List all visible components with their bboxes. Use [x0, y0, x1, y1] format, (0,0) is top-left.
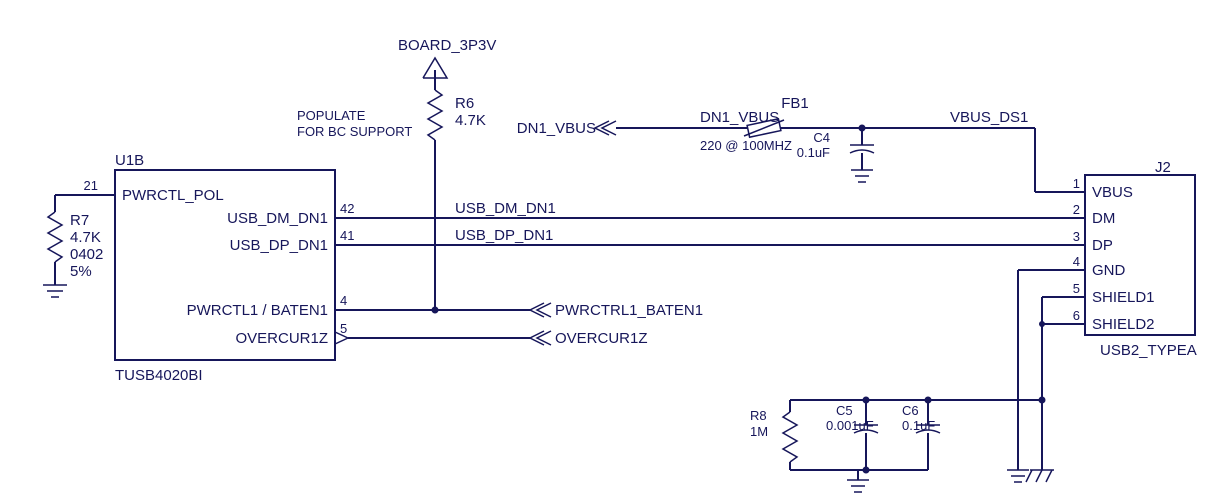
j2-pin2-name: DM — [1092, 210, 1115, 227]
note-populate-2: FOR BC SUPPORT — [297, 124, 412, 139]
j2-pin4-num: 4 — [1073, 254, 1080, 269]
u1b-pin21-name: PWRCTL_POL — [122, 187, 224, 204]
port-overcur1z: OVERCUR1Z — [370, 330, 648, 347]
net-pwrctrl1: PWRCTRL1_BATEN1 — [555, 302, 703, 319]
note-populate-1: POPULATE — [297, 108, 366, 123]
port-pwrctrl1-baten1: PWRCTRL1_BATEN1 — [370, 302, 703, 319]
r8-value: 1M — [750, 424, 768, 439]
r6-ref: R6 — [455, 95, 474, 112]
port-dn1-vbus: DN1_VBUS — [517, 120, 596, 137]
capacitor-c5: C5 0.001uF — [826, 400, 878, 470]
r7-pkg: 0402 — [70, 246, 103, 263]
vbus-chain: DN1_VBUS DN1_VBUS FB1 220 @ 100MHZ C4 0.… — [517, 95, 1060, 192]
c4-value: 0.1uF — [797, 145, 830, 160]
r8-ref: R8 — [750, 408, 767, 423]
j2-pin2-num: 2 — [1073, 202, 1080, 217]
net-usb-dp-label: USB_DP_DN1 — [455, 227, 553, 244]
j2-pin5-name: SHIELD1 — [1092, 289, 1155, 306]
capacitor-c4: C4 0.1uF — [797, 128, 874, 182]
resistor-r7: R7 4.7K 0402 5% — [43, 195, 103, 297]
j2-ref: J2 — [1155, 159, 1171, 176]
u1b-pin4-name: PWRCTL1 / BATEN1 — [187, 302, 328, 319]
resistor-r8: R8 1M — [750, 400, 797, 470]
net-vbus-ds1: VBUS_DS1 — [950, 109, 1028, 126]
j2-pin3-name: DP — [1092, 237, 1113, 254]
u1b-pin5-name: OVERCUR1Z — [235, 330, 328, 347]
shield-filter: R8 1M C5 0.001uF C6 0.1uF — [750, 270, 1060, 492]
schematic-canvas: U1B TUSB4020BI 21 PWRCTL_POL 42 USB_DM_D… — [0, 0, 1216, 503]
r7-ref: R7 — [70, 212, 89, 229]
j2-pin6-name: SHIELD2 — [1092, 316, 1155, 333]
fb1-ref: FB1 — [781, 95, 809, 112]
j2-pin3-num: 3 — [1073, 229, 1080, 244]
u1b-pin5-num: 5 — [340, 321, 347, 336]
net-dn1-vbus-label: DN1_VBUS — [700, 109, 779, 126]
j2-pin5-num: 5 — [1073, 281, 1080, 296]
u1b-part: TUSB4020BI — [115, 367, 203, 384]
j2-part: USB2_TYPEA — [1100, 342, 1197, 359]
j2-pin1-num: 1 — [1073, 176, 1080, 191]
u1b-pin42-name: USB_DM_DN1 — [227, 210, 328, 227]
c5-value: 0.001uF — [826, 418, 874, 433]
j2-pin1-name: VBUS — [1092, 184, 1133, 201]
resistor-r6: BOARD_3P3V R6 4.7K POPULATE FOR BC SUPPO… — [297, 37, 496, 314]
u1b-pin41-name: USB_DP_DN1 — [230, 237, 328, 254]
net-usb-dp: USB_DP_DN1 — [370, 227, 1085, 245]
capacitor-c6: C6 0.1uF — [902, 400, 940, 470]
connector-j2: J2 USB2_TYPEA 1 VBUS 2 DM 3 DP 4 GND 5 S… — [1060, 159, 1197, 359]
net-usb-dm: USB_DM_DN1 — [370, 200, 1085, 218]
c4-ref: C4 — [813, 130, 830, 145]
j2-pin6-num: 6 — [1073, 308, 1080, 323]
net-usb-dm-label: USB_DM_DN1 — [455, 200, 556, 217]
u1b-pin42-num: 42 — [340, 201, 354, 216]
r7-value: 4.7K — [70, 229, 101, 246]
u1b-ref: U1B — [115, 152, 144, 169]
ic-u1b: U1B TUSB4020BI 21 PWRCTL_POL 42 USB_DM_D… — [84, 152, 370, 384]
u1b-pin41-num: 41 — [340, 228, 354, 243]
fb1-value: 220 @ 100MHZ — [700, 138, 792, 153]
c6-value: 0.1uF — [902, 418, 935, 433]
j2-pin4-name: GND — [1092, 262, 1126, 279]
c6-ref: C6 — [902, 403, 919, 418]
u1b-pin21-num: 21 — [84, 178, 98, 193]
u1b-pin4-num: 4 — [340, 293, 347, 308]
r7-tol: 5% — [70, 263, 92, 280]
power-rail-label: BOARD_3P3V — [398, 37, 496, 54]
c5-ref: C5 — [836, 403, 853, 418]
r6-value: 4.7K — [455, 112, 486, 129]
net-overcur1z: OVERCUR1Z — [555, 330, 648, 347]
